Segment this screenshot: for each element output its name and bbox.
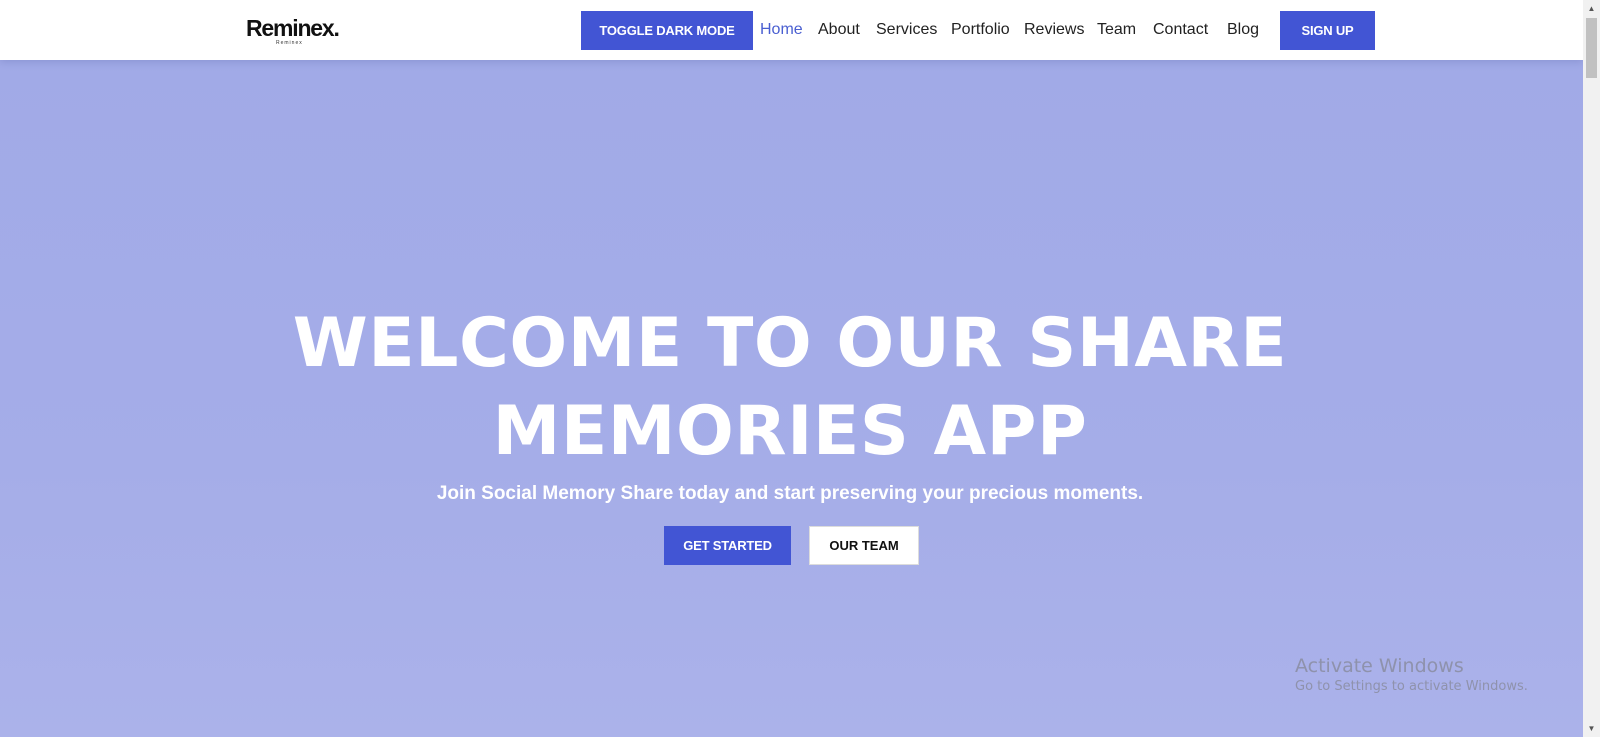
nav-item-reviews[interactable]: Reviews — [1024, 20, 1084, 40]
page: Reminex. Reminex TOGGLE DARK MODE Home A… — [0, 0, 1600, 737]
vertical-scrollbar[interactable]: ▲ ▼ — [1583, 0, 1600, 737]
chevron-down-icon[interactable]: ▼ — [1583, 720, 1600, 737]
windows-activation-watermark: Activate Windows Go to Settings to activ… — [1295, 654, 1528, 696]
site-header: Reminex. Reminex TOGGLE DARK MODE Home A… — [0, 0, 1583, 60]
logo-subtext: Reminex — [276, 40, 303, 46]
get-started-button[interactable]: GET STARTED — [664, 526, 791, 565]
nav-item-blog[interactable]: Blog — [1227, 20, 1259, 40]
nav-item-contact[interactable]: Contact — [1153, 20, 1208, 40]
logo-text: Reminex. — [246, 15, 340, 41]
our-team-button[interactable]: OUR TEAM — [809, 526, 919, 565]
nav-item-team[interactable]: Team — [1097, 20, 1136, 40]
hero-subtitle: Join Social Memory Share today and start… — [436, 483, 1144, 504]
hero-title: WELCOME TO OUR SHARE MEMORIES APP — [290, 300, 1290, 476]
hero-title-line-1: WELCOME TO OUR SHARE — [292, 304, 1288, 383]
watermark-title: Activate Windows — [1295, 655, 1464, 677]
toggle-dark-mode-button[interactable]: TOGGLE DARK MODE — [581, 11, 753, 50]
scrollbar-thumb[interactable] — [1586, 18, 1597, 78]
hero-title-line-2: MEMORIES APP — [492, 392, 1088, 471]
sign-up-button[interactable]: SIGN UP — [1280, 11, 1375, 50]
nav-item-services[interactable]: Services — [876, 20, 937, 40]
logo[interactable]: Reminex. Reminex — [246, 14, 346, 48]
watermark-subtitle: Go to Settings to activate Windows. — [1295, 679, 1528, 694]
nav-item-home[interactable]: Home — [760, 20, 803, 40]
nav-item-portfolio[interactable]: Portfolio — [951, 20, 1010, 40]
nav-item-about[interactable]: About — [818, 20, 860, 40]
chevron-up-icon[interactable]: ▲ — [1583, 0, 1600, 17]
